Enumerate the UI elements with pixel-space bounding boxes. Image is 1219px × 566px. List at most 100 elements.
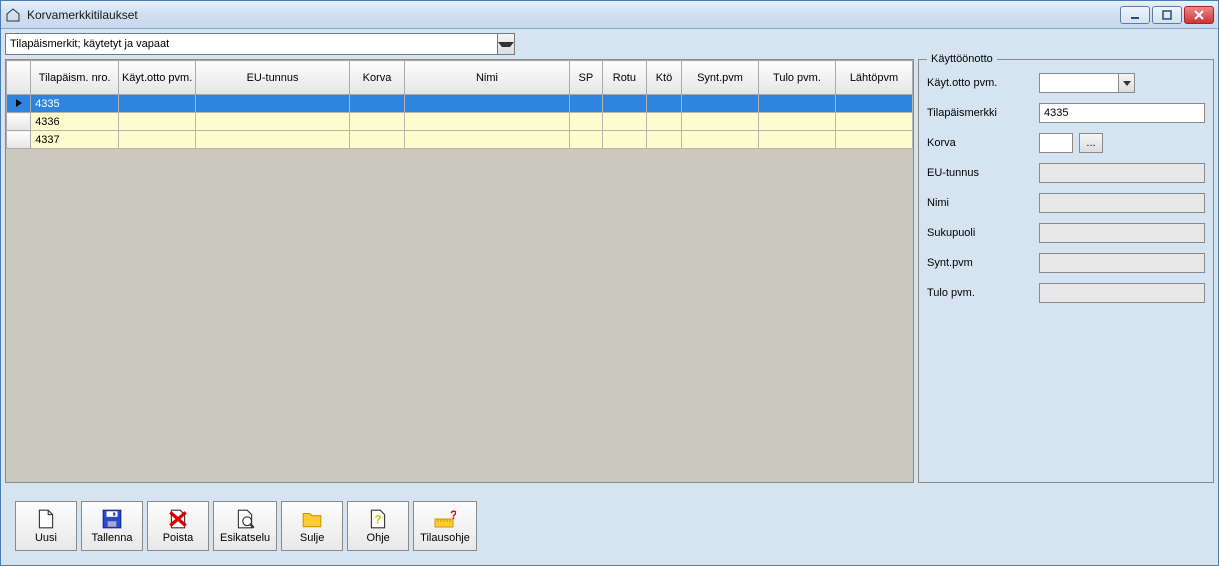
- svg-text:?: ?: [450, 509, 456, 522]
- floppy-icon: [101, 509, 123, 529]
- grid-cell[interactable]: [119, 113, 196, 131]
- grid-cell[interactable]: [835, 131, 912, 149]
- filter-combo-value: Tilapäismerkit; käytetyt ja vapaat: [6, 38, 497, 50]
- grid-cell[interactable]: [196, 95, 350, 113]
- grid-cell[interactable]: [196, 131, 350, 149]
- order-guide-button[interactable]: ? Tilausohje: [413, 501, 477, 551]
- preview-icon: [234, 509, 256, 529]
- grid-cell[interactable]: [646, 95, 681, 113]
- detail-panel: Käyttöönotto Käyt.otto pvm. Tilapäismerk…: [918, 59, 1214, 483]
- grid-cell[interactable]: 4337: [31, 131, 119, 149]
- grid-cell[interactable]: [602, 113, 646, 131]
- ruler-help-icon: ?: [434, 509, 456, 529]
- field-label: Synt.pvm: [927, 257, 1039, 269]
- field-label: Sukupuoli: [927, 227, 1039, 239]
- grid-cell[interactable]: [569, 113, 602, 131]
- grid-cell[interactable]: [569, 131, 602, 149]
- titlebar: Korvamerkkitilaukset: [1, 1, 1218, 29]
- tulopvm-field: [1039, 283, 1205, 303]
- row-pointer-icon: [16, 99, 22, 107]
- grid-header[interactable]: Nimi: [404, 61, 569, 95]
- grid-header-row: Tilapäism. nro. Käyt.otto pvm. EU-tunnus…: [7, 61, 913, 95]
- grid-header[interactable]: Tilapäism. nro.: [31, 61, 119, 95]
- close-button-toolbar[interactable]: Sulje: [281, 501, 343, 551]
- row-selector-header: [7, 61, 31, 95]
- folder-icon: [301, 509, 323, 529]
- svg-text:?: ?: [374, 512, 381, 526]
- grid-cell[interactable]: [646, 113, 681, 131]
- grid-header[interactable]: Tulo pvm.: [758, 61, 835, 95]
- table-row[interactable]: 4337: [7, 131, 913, 149]
- grid-cell[interactable]: [119, 95, 196, 113]
- table-row[interactable]: 4336: [7, 113, 913, 131]
- sukupuoli-field: [1039, 223, 1205, 243]
- save-button[interactable]: Tallenna: [81, 501, 143, 551]
- grid-header[interactable]: Käyt.otto pvm.: [119, 61, 196, 95]
- grid-cell[interactable]: [404, 95, 569, 113]
- grid-cell[interactable]: 4335: [31, 95, 119, 113]
- grid-cell[interactable]: [602, 95, 646, 113]
- kaytottopvm-combo[interactable]: [1039, 73, 1135, 93]
- row-selector[interactable]: [7, 131, 31, 149]
- window-title: Korvamerkkitilaukset: [27, 8, 1120, 22]
- grid-cell[interactable]: [646, 131, 681, 149]
- nimi-field: [1039, 193, 1205, 213]
- app-icon: [5, 7, 21, 23]
- grid-cell[interactable]: [602, 131, 646, 149]
- new-button[interactable]: Uusi: [15, 501, 77, 551]
- delete-button[interactable]: Poista: [147, 501, 209, 551]
- toolbar: Uusi Tallenna Poista Esikatselu Sulje: [5, 483, 1214, 561]
- help-icon: ?: [367, 509, 389, 529]
- grid-cell[interactable]: [350, 113, 405, 131]
- close-button[interactable]: [1184, 6, 1214, 24]
- syntpvm-field: [1039, 253, 1205, 273]
- grid-header[interactable]: SP: [569, 61, 602, 95]
- grid-cell[interactable]: [119, 131, 196, 149]
- grid-cell[interactable]: [835, 95, 912, 113]
- grid-cell[interactable]: [835, 113, 912, 131]
- korva-browse-button[interactable]: ...: [1079, 133, 1103, 153]
- grid-header[interactable]: Korva: [350, 61, 405, 95]
- grid-cell[interactable]: [196, 113, 350, 131]
- row-selector[interactable]: [7, 113, 31, 131]
- table-row[interactable]: 4335: [7, 95, 913, 113]
- chevron-down-icon[interactable]: [497, 34, 514, 54]
- panel-legend: Käyttöönotto: [927, 53, 997, 65]
- field-label: Nimi: [927, 197, 1039, 209]
- chevron-down-icon[interactable]: [1118, 74, 1134, 92]
- korva-field[interactable]: [1039, 133, 1073, 153]
- grid-cell[interactable]: [350, 131, 405, 149]
- grid-header[interactable]: Synt.pvm: [682, 61, 759, 95]
- grid-cell[interactable]: [758, 113, 835, 131]
- grid-header[interactable]: EU-tunnus: [196, 61, 350, 95]
- field-label: Käyt.otto pvm.: [927, 77, 1039, 89]
- grid-cell[interactable]: [682, 131, 759, 149]
- maximize-button[interactable]: [1152, 6, 1182, 24]
- grid-cell[interactable]: [758, 131, 835, 149]
- new-file-icon: [35, 509, 57, 529]
- tilapaismerkki-field[interactable]: 4335: [1039, 103, 1205, 123]
- minimize-button[interactable]: [1120, 6, 1150, 24]
- grid-header[interactable]: Rotu: [602, 61, 646, 95]
- data-grid[interactable]: Tilapäism. nro. Käyt.otto pvm. EU-tunnus…: [5, 59, 914, 483]
- preview-button[interactable]: Esikatselu: [213, 501, 277, 551]
- grid-cell[interactable]: [758, 95, 835, 113]
- help-button[interactable]: ? Ohje: [347, 501, 409, 551]
- grid-cell[interactable]: [404, 113, 569, 131]
- grid-header[interactable]: Lähtöpvm: [835, 61, 912, 95]
- eutunnus-field: [1039, 163, 1205, 183]
- grid-cell[interactable]: 4336: [31, 113, 119, 131]
- grid-cell[interactable]: [682, 113, 759, 131]
- filter-combo[interactable]: Tilapäismerkit; käytetyt ja vapaat: [5, 33, 515, 55]
- grid-cell[interactable]: [350, 95, 405, 113]
- grid-header[interactable]: Ktö: [646, 61, 681, 95]
- grid-cell[interactable]: [569, 95, 602, 113]
- field-label: EU-tunnus: [927, 167, 1039, 179]
- grid-cell[interactable]: [682, 95, 759, 113]
- field-label: Tilapäismerkki: [927, 107, 1039, 119]
- grid-cell[interactable]: [404, 131, 569, 149]
- delete-icon: [167, 509, 189, 529]
- field-label: Tulo pvm.: [927, 287, 1039, 299]
- row-selector[interactable]: [7, 95, 31, 113]
- field-label: Korva: [927, 137, 1039, 149]
